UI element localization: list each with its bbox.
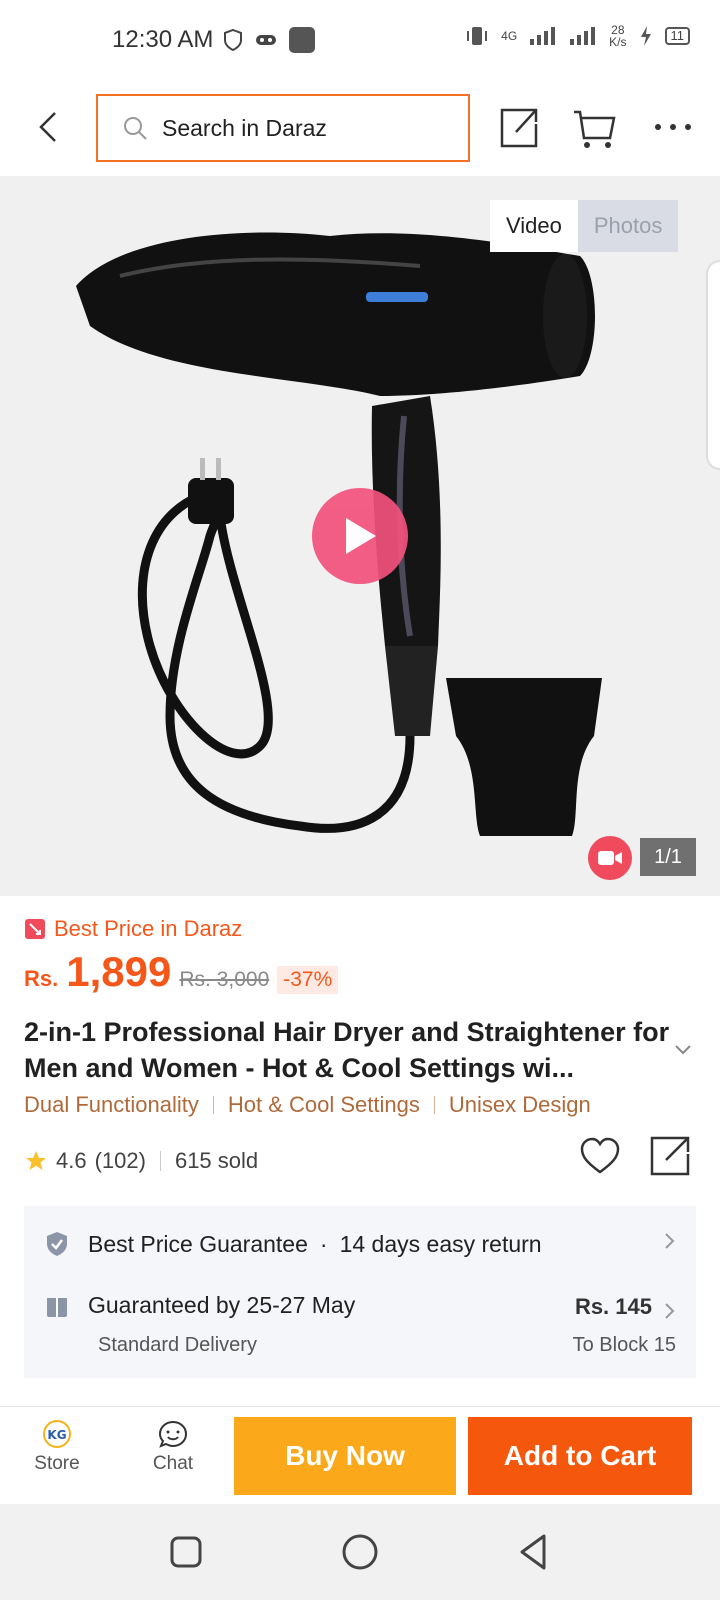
- product-media[interactable]: Video Photos 1/1: [0, 176, 720, 896]
- search-input[interactable]: Search in Daraz: [96, 94, 470, 162]
- guarantee-row[interactable]: Best Price Guarantee · 14 days easy retu…: [44, 1224, 684, 1264]
- share-button[interactable]: [494, 102, 544, 152]
- network-type: 4G: [501, 29, 518, 43]
- vibrate-icon: [467, 27, 488, 45]
- price-row: Rs. 1,899 Rs. 3,000 -37%: [24, 948, 339, 996]
- tab-video[interactable]: Video: [490, 200, 578, 252]
- store-button[interactable]: KG Store: [22, 1419, 92, 1475]
- signal-icon: [530, 27, 556, 45]
- original-price: Rs. 3,000: [179, 968, 270, 991]
- package-icon: [47, 1297, 67, 1317]
- chevron-left-icon: [39, 112, 56, 142]
- heart-icon: [580, 1137, 620, 1174]
- delivery-destination: To Block 15: [572, 1334, 676, 1356]
- top-bar: Search in Daraz: [0, 80, 720, 176]
- status-time: 12:30 AM: [112, 26, 214, 53]
- tag-item: Unisex Design: [448, 1092, 591, 1117]
- play-icon: [346, 518, 376, 554]
- tag-item: Hot & Cool Settings: [227, 1092, 420, 1117]
- buy-now-button[interactable]: Buy Now: [234, 1417, 456, 1495]
- price-tag-icon: [25, 919, 45, 939]
- search-icon: [124, 117, 147, 140]
- action-bar: KG Store Chat Buy Now Add to Cart: [0, 1406, 720, 1504]
- play-video-button[interactable]: [312, 488, 408, 584]
- best-price-badge: Best Price in Daraz: [24, 916, 242, 942]
- back-nav-icon[interactable]: [514, 1532, 554, 1572]
- price-value: 1,899: [66, 948, 172, 995]
- sold-count: 615 sold: [174, 1148, 259, 1173]
- network-speed: 28 K/s: [609, 24, 626, 48]
- status-notification-icons: [222, 26, 316, 54]
- tag-divider: [433, 1096, 435, 1114]
- chat-icon: [158, 1420, 188, 1448]
- share-icon: [650, 1136, 690, 1176]
- cart-icon: [574, 110, 616, 148]
- back-button[interactable]: [28, 102, 68, 152]
- shield-check-icon: [47, 1232, 67, 1256]
- share-icon: [500, 108, 538, 148]
- speed-unit: K/s: [609, 35, 627, 49]
- svg-text:KG: KG: [47, 1428, 66, 1442]
- tag-item: Dual Functionality: [24, 1092, 199, 1117]
- video-badge[interactable]: [588, 836, 632, 880]
- recents-icon[interactable]: [166, 1532, 206, 1572]
- home-icon[interactable]: [340, 1532, 380, 1572]
- rating-value: 4.6: [56, 1148, 87, 1173]
- system-nav-bar: [0, 1504, 720, 1600]
- price-currency: Rs.: [24, 966, 59, 991]
- chevron-right-icon: [665, 1233, 675, 1249]
- media-counter: 1/1: [640, 838, 696, 876]
- product-share-button[interactable]: [646, 1132, 694, 1180]
- status-bar: 12:30 AM 4G 28 K/s 11: [0, 0, 720, 80]
- chevron-down-icon[interactable]: [674, 1044, 692, 1056]
- add-to-cart-button[interactable]: Add to Cart: [468, 1417, 692, 1495]
- guarantee-text: Best Price Guarantee: [88, 1230, 308, 1257]
- status-system-icons: 4G 28 K/s 11: [465, 24, 690, 48]
- battery-icon: 11: [664, 27, 690, 45]
- rating-row[interactable]: 4.6 (102) 615 sold: [24, 1148, 258, 1174]
- chevron-right-icon: [665, 1303, 675, 1319]
- video-camera-icon: [598, 851, 622, 865]
- tag-divider: [212, 1096, 214, 1114]
- signal-icon-2: [570, 27, 596, 45]
- product-tags: Dual Functionality Hot & Cool Settings U…: [24, 1092, 591, 1118]
- chat-button[interactable]: Chat: [138, 1419, 208, 1475]
- store-logo-icon: KG: [43, 1420, 71, 1448]
- return-policy-text: 14 days easy return: [339, 1230, 542, 1257]
- delivery-row[interactable]: Guaranteed by 25-27 May: [44, 1292, 355, 1319]
- app-notification-icon: [289, 27, 315, 53]
- more-options-button[interactable]: [648, 102, 698, 152]
- gamepad-icon: [256, 35, 276, 45]
- delivery-fee: Rs. 145: [574, 1294, 652, 1319]
- tab-photos[interactable]: Photos: [577, 200, 679, 252]
- product-title[interactable]: 2-in-1 Professional Hair Dryer and Strai…: [24, 1014, 674, 1086]
- best-price-text: Best Price in Daraz: [54, 916, 243, 941]
- discount-badge: -37%: [277, 966, 339, 994]
- star-icon: [26, 1151, 46, 1170]
- guarantee-separator: ·: [319, 1230, 328, 1257]
- delivery-text: Guaranteed by 25-27 May: [88, 1292, 356, 1318]
- wishlist-button[interactable]: [576, 1132, 624, 1180]
- chat-label: Chat: [152, 1453, 194, 1474]
- delivery-type: Standard Delivery: [98, 1334, 257, 1356]
- cart-button[interactable]: [570, 102, 620, 152]
- review-count: (102): [94, 1148, 146, 1173]
- more-horizontal-icon: [655, 124, 691, 130]
- store-label: Store: [34, 1453, 80, 1474]
- battery-level: 11: [670, 28, 685, 43]
- shield-icon: [224, 28, 242, 52]
- media-tabs: Video Photos: [490, 200, 679, 252]
- side-panel-handle[interactable]: [706, 260, 720, 470]
- search-placeholder: Search in Daraz: [162, 114, 327, 141]
- service-panel: Best Price Guarantee · 14 days easy retu…: [24, 1206, 696, 1378]
- rating-divider: [159, 1151, 161, 1171]
- charging-icon: [640, 26, 651, 46]
